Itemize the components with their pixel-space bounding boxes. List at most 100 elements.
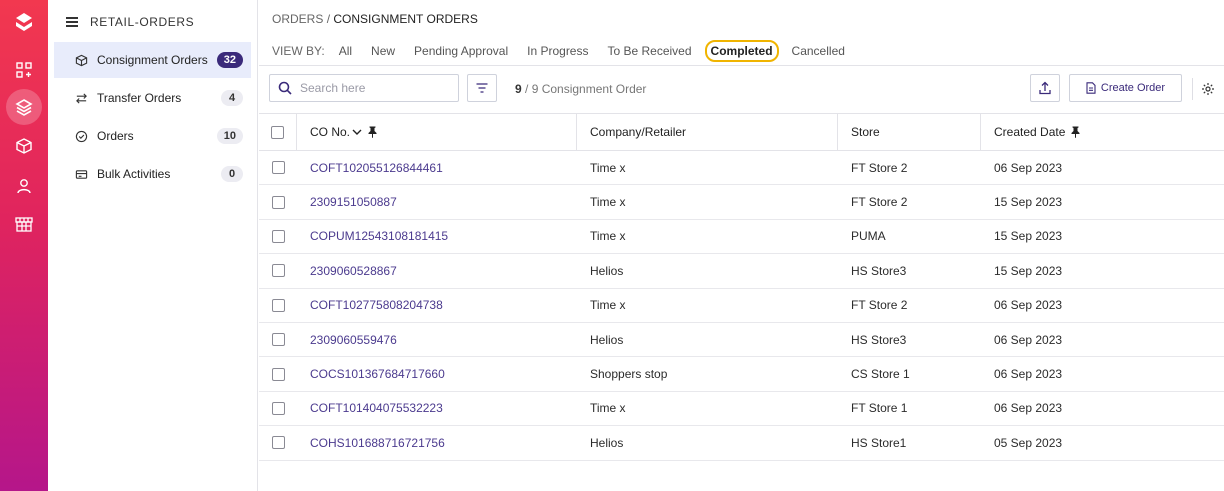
- store-cell: HS Store1: [851, 435, 907, 450]
- table-row[interactable]: COFT102055126844461 Time x FT Store 2 06…: [259, 151, 1224, 186]
- table-row[interactable]: 2309060528867 Helios HS Store3 15 Sep 20…: [259, 254, 1224, 289]
- row-checkbox[interactable]: [271, 436, 285, 450]
- result-count-text: / 9 Consignment Order: [525, 82, 647, 96]
- sidebar-item-consignment-orders[interactable]: Consignment Orders 32: [54, 42, 251, 78]
- search-input[interactable]: [300, 81, 450, 95]
- document-icon: [1086, 82, 1096, 94]
- filter-button[interactable]: [467, 74, 497, 102]
- column-header-created-date[interactable]: Created Date: [981, 114, 1224, 150]
- tab-cancelled[interactable]: Cancelled: [792, 41, 845, 61]
- co-number-link[interactable]: COCS101367684717660: [297, 357, 577, 390]
- store-cell: FT Store 2: [851, 195, 908, 210]
- table-row[interactable]: 2309151050887 Time x FT Store 2 15 Sep 2…: [259, 185, 1224, 220]
- company-cell: Helios: [590, 263, 624, 278]
- sidebar-item-transfer-orders[interactable]: Transfer Orders 4: [54, 80, 251, 116]
- co-number-link[interactable]: COPUM12543108181415: [297, 220, 577, 253]
- row-checkbox[interactable]: [271, 401, 285, 415]
- column-header-store[interactable]: Store: [838, 114, 981, 150]
- row-checkbox[interactable]: [271, 161, 285, 175]
- row-checkbox[interactable]: [271, 333, 285, 347]
- table-row[interactable]: 2309060559476 Helios HS Store3 06 Sep 20…: [259, 323, 1224, 358]
- box-icon[interactable]: [12, 134, 36, 158]
- store-icon[interactable]: [12, 212, 36, 236]
- date-cell: 06 Sep 2023: [994, 367, 1063, 382]
- co-number-link[interactable]: 2309151050887: [297, 185, 577, 218]
- box-icon: [74, 53, 88, 67]
- row-checkbox-cell: [259, 426, 297, 459]
- column-header-label: Created Date: [994, 125, 1066, 139]
- store-cell: FT Store 2: [851, 160, 908, 175]
- select-all-checkbox[interactable]: [271, 125, 284, 139]
- column-header-co-no[interactable]: CO No.: [297, 114, 577, 150]
- co-number-link[interactable]: 2309060528867: [297, 254, 577, 287]
- table-row[interactable]: COFT102775808204738 Time x FT Store 2 06…: [259, 289, 1224, 323]
- store-cell: FT Store 1: [851, 401, 908, 416]
- tab-all[interactable]: All: [339, 41, 352, 61]
- transfer-icon: [74, 91, 88, 105]
- breadcrumb-separator: /: [326, 12, 331, 26]
- tab-in-progress[interactable]: In Progress: [527, 41, 588, 61]
- create-order-button[interactable]: Create Order: [1069, 74, 1182, 102]
- column-header-label: Store: [851, 125, 880, 139]
- app-rail: [0, 0, 48, 491]
- table-row[interactable]: COHS101688716721756 Helios HS Store1 05 …: [259, 426, 1224, 461]
- co-number-link[interactable]: 2309060559476: [297, 323, 577, 356]
- main-content: ORDERS / CONSIGNMENT ORDERS VIEW BY: All…: [259, 0, 1224, 491]
- chevron-down-icon[interactable]: [352, 128, 362, 136]
- store-cell: FT Store 2: [851, 298, 908, 313]
- row-checkbox-cell: [259, 392, 297, 425]
- sidebar-item-label: Transfer Orders: [97, 91, 182, 105]
- company-cell: Time x: [590, 298, 626, 313]
- row-checkbox[interactable]: [271, 264, 285, 278]
- count-badge: 0: [221, 166, 243, 182]
- date-cell: 06 Sep 2023: [994, 160, 1063, 175]
- search-box: [269, 74, 459, 102]
- tab-to-be-received[interactable]: To Be Received: [607, 41, 691, 61]
- row-checkbox[interactable]: [271, 367, 285, 381]
- row-checkbox[interactable]: [271, 298, 285, 312]
- result-count: 9 / 9 Consignment Order: [515, 82, 646, 96]
- sidebar-item-orders[interactable]: Orders 10: [54, 118, 251, 154]
- layers-icon[interactable]: [6, 89, 42, 125]
- row-checkbox[interactable]: [271, 229, 285, 243]
- column-header-label: Company/Retailer: [590, 125, 687, 139]
- date-cell: 06 Sep 2023: [994, 401, 1063, 416]
- view-by-tabs: VIEW BY: All New Pending Approval In Pro…: [272, 38, 864, 64]
- dashboard-icon[interactable]: [12, 58, 36, 82]
- sidebar-item-bulk-activities[interactable]: Bulk Activities 0: [54, 156, 251, 192]
- hamburger-menu-icon[interactable]: [66, 17, 78, 27]
- header-checkbox-cell: [259, 114, 297, 150]
- card-icon: [74, 167, 88, 181]
- date-cell: 05 Sep 2023: [994, 435, 1063, 450]
- search-icon: [278, 81, 292, 95]
- gear-icon[interactable]: [1200, 81, 1216, 97]
- breadcrumb-root[interactable]: ORDERS: [272, 12, 323, 26]
- row-checkbox-cell: [259, 151, 297, 184]
- co-number-link[interactable]: COHS101688716721756: [297, 426, 577, 459]
- upload-button[interactable]: [1030, 74, 1060, 102]
- table-row[interactable]: COCS101367684717660 Shoppers stop CS Sto…: [259, 357, 1224, 392]
- tab-pending-approval[interactable]: Pending Approval: [414, 41, 508, 61]
- create-order-label: Create Order: [1100, 82, 1166, 94]
- pin-icon[interactable]: [368, 126, 377, 138]
- co-number-link[interactable]: COFT102775808204738: [297, 289, 577, 322]
- row-checkbox[interactable]: [271, 195, 285, 209]
- company-cell: Time x: [590, 401, 626, 416]
- user-icon[interactable]: [12, 174, 36, 198]
- toolbar: 9 / 9 Consignment Order Create Order: [259, 66, 1224, 112]
- table-row[interactable]: COPUM12543108181415 Time x PUMA 15 Sep 2…: [259, 220, 1224, 255]
- app-logo-icon[interactable]: [12, 10, 36, 34]
- row-checkbox-cell: [259, 220, 297, 253]
- co-number-link[interactable]: COFT101404075532223: [297, 392, 577, 425]
- co-number-link[interactable]: COFT102055126844461: [297, 151, 577, 184]
- pin-icon[interactable]: [1071, 126, 1080, 138]
- count-badge: 32: [216, 52, 243, 68]
- upload-icon: [1039, 81, 1051, 95]
- tab-new[interactable]: New: [371, 41, 395, 61]
- table-row[interactable]: COFT101404075532223 Time x FT Store 1 06…: [259, 392, 1224, 427]
- tab-completed[interactable]: Completed: [704, 40, 779, 62]
- column-header-company[interactable]: Company/Retailer: [577, 114, 838, 150]
- check-circle-icon: [74, 129, 88, 143]
- date-cell: 15 Sep 2023: [994, 229, 1063, 244]
- row-checkbox-cell: [259, 323, 297, 356]
